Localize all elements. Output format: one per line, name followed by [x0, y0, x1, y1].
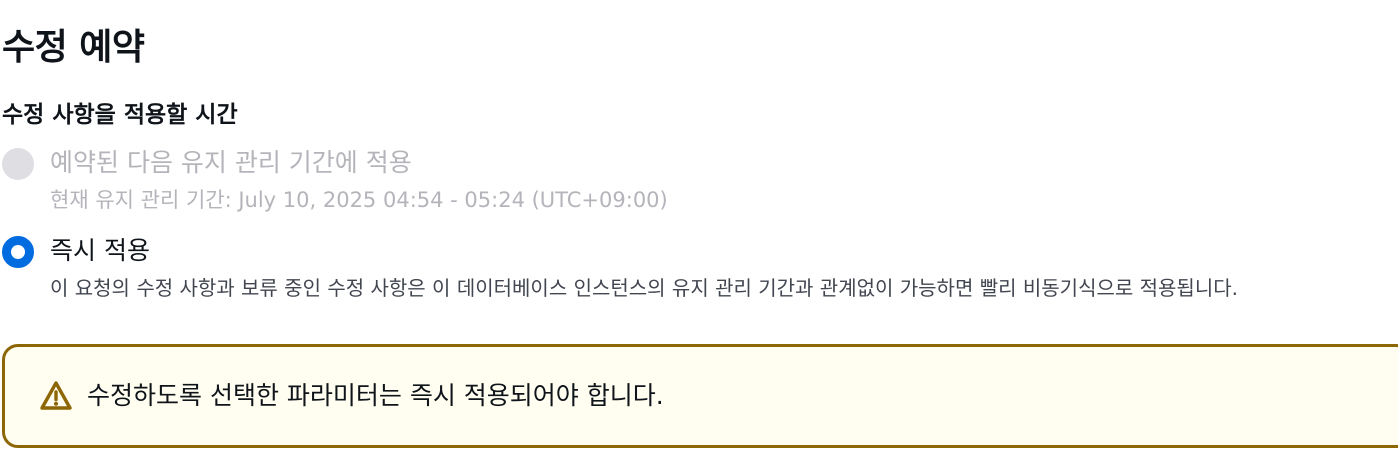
- warning-icon: [39, 380, 73, 412]
- radio-button-next-maintenance-window[interactable]: [2, 148, 34, 180]
- radio-label-apply-immediately[interactable]: 즉시 적용: [50, 232, 150, 270]
- apply-immediately-description: 이 요청의 수정 사항과 보류 중인 수정 사항은 이 데이터베이스 인스턴스의…: [50, 276, 1238, 300]
- apply-time-label: 수정 사항을 적용할 시간: [2, 102, 238, 128]
- radio-button-apply-immediately[interactable]: [2, 236, 34, 268]
- warning-alert-message: 수정하도록 선택한 파라미터는 즉시 적용되어야 합니다.: [87, 381, 664, 410]
- radio-label-next-maintenance-window[interactable]: 예약된 다음 유지 관리 기간에 적용: [50, 144, 412, 182]
- warning-alert: 수정하도록 선택한 파라미터는 즉시 적용되어야 합니다.: [2, 344, 1398, 448]
- section-title: 수정 예약: [2, 27, 145, 68]
- current-maintenance-window-description: 현재 유지 관리 기간: July 10, 2025 04:54 - 05:24…: [50, 188, 668, 212]
